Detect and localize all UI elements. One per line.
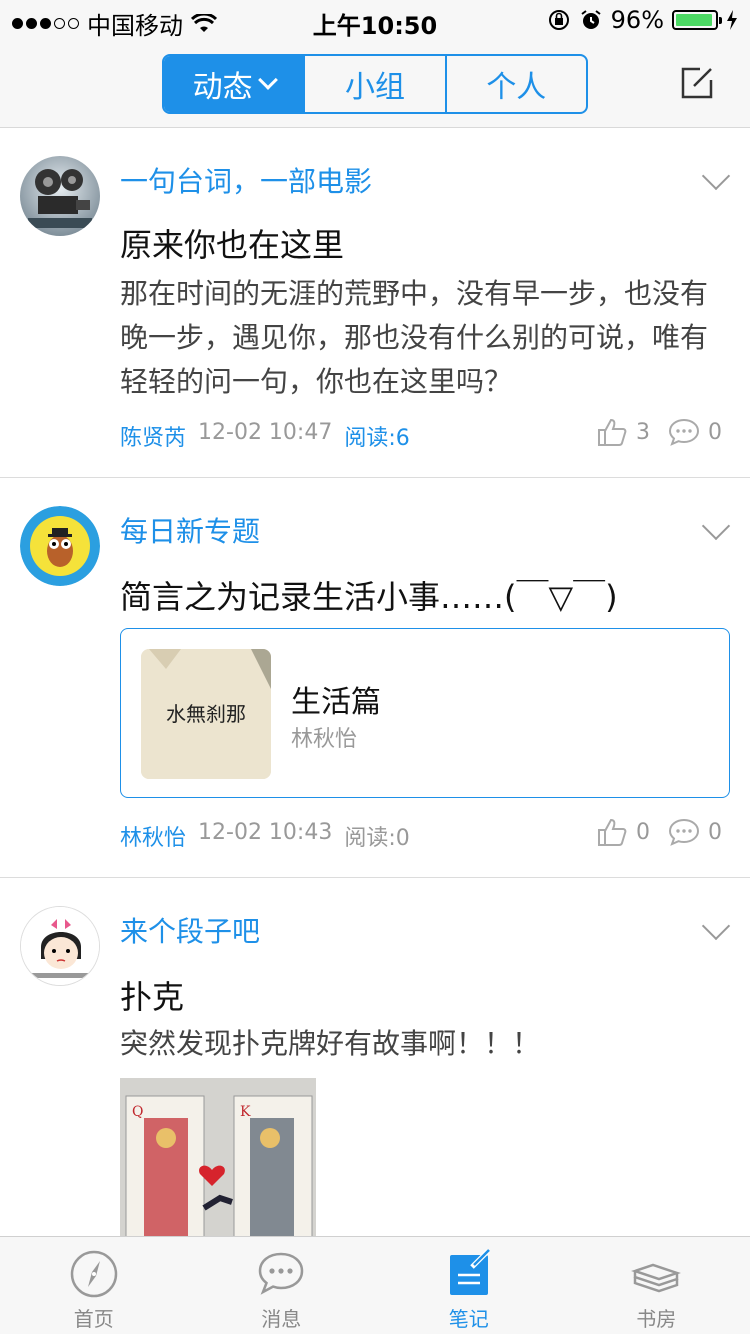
- post-time: 12-02 10:47: [198, 420, 333, 445]
- battery-icon: [672, 10, 722, 30]
- tab-messages-label: 消息: [261, 1307, 302, 1331]
- svg-text:Q: Q: [132, 1104, 143, 1120]
- tab-home-label: 首页: [73, 1307, 114, 1331]
- post-reads: 阅读:0: [344, 826, 410, 851]
- list-item[interactable]: 每日新专题 简言之为记录生活小事……(￣▽￣) 水無刹那 生活篇 林秋怡 林秋怡…: [0, 478, 750, 878]
- note-icon: [449, 1249, 490, 1295]
- post-meta: 林秋怡 12-02 10:43 阅读:0: [120, 820, 410, 852]
- list-item[interactable]: 来个段子吧 扑克 突然发现扑克牌好有故事啊！！！ Q K: [0, 878, 750, 1236]
- post-topic[interactable]: 一句台词，一部电影: [120, 160, 372, 200]
- post-body: 突然发现扑克牌好有故事啊！！！: [120, 1027, 541, 1060]
- chat-bubble-icon: [258, 1252, 304, 1295]
- post-topic[interactable]: 来个段子吧: [120, 910, 260, 950]
- post-time: 12-02 10:43: [198, 820, 333, 845]
- tab-group[interactable]: 小组: [303, 56, 444, 112]
- post-actions: 0 0: [596, 816, 722, 848]
- tab-personal-label: 个人: [486, 70, 547, 105]
- comment-button[interactable]: 0: [668, 817, 722, 847]
- chevron-down-icon[interactable]: [701, 911, 731, 941]
- notebook-thumbnail: 水無刹那: [141, 649, 271, 779]
- comment-button[interactable]: 0: [668, 417, 722, 447]
- compose-icon[interactable]: [680, 66, 714, 100]
- post-title: 简言之为记录生活小事……(￣▽￣): [120, 578, 618, 616]
- post-actions: 3 0: [596, 416, 722, 448]
- list-item[interactable]: 一句台词，一部电影 原来你也在这里 那在时间的无涯的荒野中，没有早一步，也没有晚…: [0, 128, 750, 478]
- tab-dynamic[interactable]: 动态: [164, 56, 304, 112]
- tab-dynamic-label: 动态: [192, 70, 253, 105]
- avatar[interactable]: [20, 156, 100, 236]
- svg-text:水無刹那: 水無刹那: [166, 702, 246, 726]
- alarm-icon: [581, 10, 601, 29]
- svg-text:K: K: [240, 1104, 251, 1120]
- chevron-down-icon[interactable]: [701, 511, 731, 541]
- like-count: 0: [636, 819, 650, 845]
- thumbs-up-icon: [598, 418, 627, 446]
- tab-home[interactable]: 首页: [0, 1237, 188, 1334]
- status-right: 96%: [547, 6, 738, 34]
- books-icon: [631, 1263, 682, 1293]
- tab-notes-label: 笔记: [448, 1307, 489, 1331]
- post-reads: 阅读:6: [344, 426, 410, 451]
- chevron-down-icon[interactable]: [701, 161, 731, 191]
- nav-bar: 动态 小组 个人: [0, 40, 750, 128]
- notebook-card[interactable]: 水無刹那 生活篇 林秋怡: [120, 628, 730, 798]
- post-author[interactable]: 林秋怡: [120, 820, 186, 852]
- avatar[interactable]: [20, 906, 100, 986]
- like-button[interactable]: 3: [596, 416, 650, 448]
- segment-control: 动态 小组 个人: [162, 54, 588, 114]
- post-author[interactable]: 陈贤芮: [120, 420, 186, 452]
- thumbs-up-icon: [598, 818, 627, 846]
- post-title: 扑克: [120, 978, 185, 1016]
- status-bar: 中国移动 上午10:50 96%: [0, 0, 750, 40]
- like-button[interactable]: 0: [596, 816, 650, 848]
- tab-personal[interactable]: 个人: [444, 56, 586, 112]
- chevron-down-icon: [257, 70, 278, 90]
- tab-messages[interactable]: 消息: [188, 1237, 376, 1334]
- post-title: 原来你也在这里: [120, 226, 345, 264]
- tab-bar: 首页 消息 笔记 书房: [0, 1236, 750, 1334]
- tab-group-label: 小组: [344, 70, 405, 105]
- compass-icon: [70, 1250, 117, 1298]
- feed-list[interactable]: 一句台词，一部电影 原来你也在这里 那在时间的无涯的荒野中，没有早一步，也没有晚…: [0, 128, 750, 1236]
- tab-library[interactable]: 书房: [563, 1237, 750, 1334]
- tab-library-label: 书房: [636, 1307, 677, 1331]
- card-title: 生活篇: [291, 685, 381, 720]
- card-author: 林秋怡: [291, 727, 358, 752]
- avatar[interactable]: [20, 506, 100, 586]
- post-topic[interactable]: 每日新专题: [120, 510, 260, 550]
- battery-percent: 96%: [610, 6, 664, 34]
- post-meta: 陈贤芮 12-02 10:47 阅读:6: [120, 420, 410, 452]
- like-count: 3: [636, 419, 650, 445]
- comment-icon: [668, 818, 700, 846]
- post-image[interactable]: Q K: [120, 1078, 316, 1236]
- comment-icon: [668, 418, 700, 446]
- rotation-lock-icon: [548, 10, 569, 30]
- tab-notes[interactable]: 笔记: [375, 1237, 563, 1334]
- comment-count: 0: [708, 819, 722, 845]
- post-body: 那在时间的无涯的荒野中，没有早一步，也没有晚一步，遇见你，那也没有什么别的可说，…: [120, 277, 709, 398]
- charging-icon: [727, 10, 737, 30]
- comment-count: 0: [708, 419, 722, 445]
